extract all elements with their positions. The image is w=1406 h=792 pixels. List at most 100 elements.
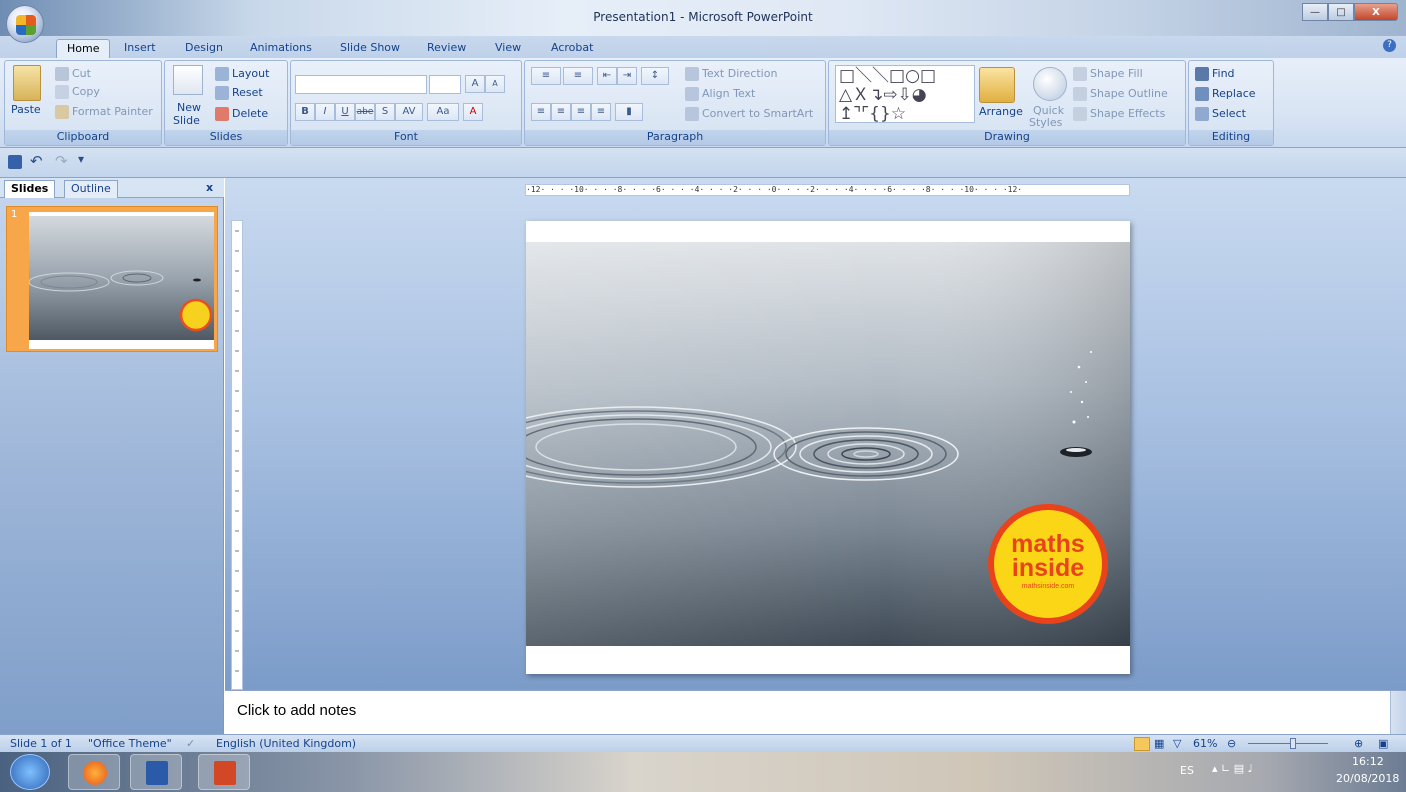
shape-effects-button[interactable]: Shape Effects — [1073, 107, 1165, 121]
copy-button[interactable]: Copy — [55, 85, 100, 99]
quick-styles-line2[interactable]: Styles — [1029, 116, 1062, 129]
strikethrough-button[interactable]: abe — [355, 103, 375, 121]
tab-design[interactable]: Design — [175, 39, 233, 58]
reset-button[interactable]: Reset — [215, 86, 263, 100]
clipboard-group-label: Clipboard — [5, 130, 161, 145]
zoom-out-icon[interactable]: ⊖ — [1227, 737, 1236, 750]
align-center-button[interactable]: ≡ — [551, 103, 571, 121]
zoom-slider[interactable] — [1248, 743, 1328, 744]
replace-button[interactable]: Replace — [1195, 87, 1256, 101]
align-left-button[interactable]: ≡ — [531, 103, 551, 121]
font-name-input[interactable] — [295, 75, 427, 94]
arrange-icon[interactable] — [979, 67, 1015, 103]
tab-review[interactable]: Review — [417, 39, 476, 58]
vertical-ruler-ticks — [235, 230, 239, 672]
spellcheck-icon[interactable]: ✓ — [186, 737, 195, 750]
font-color-button[interactable]: A — [463, 103, 483, 121]
firefox-taskbar-button[interactable] — [68, 754, 120, 790]
grow-font-button[interactable]: A — [465, 75, 485, 93]
word-taskbar-button[interactable] — [130, 754, 182, 790]
zoom-level[interactable]: 61% — [1193, 737, 1217, 750]
shape-outline-button[interactable]: Shape Outline — [1073, 87, 1168, 101]
tab-animations[interactable]: Animations — [240, 39, 322, 58]
quick-styles-icon[interactable] — [1033, 67, 1067, 101]
reset-label: Reset — [232, 86, 263, 99]
tray-icons[interactable]: ▴ ∟ ▤ ♩ — [1212, 762, 1253, 775]
change-case-button[interactable]: Aa — [427, 103, 459, 121]
italic-button[interactable]: I — [315, 103, 335, 121]
new-slide-line1[interactable]: New — [177, 101, 201, 114]
delete-button[interactable]: Delete — [215, 107, 268, 121]
close-button[interactable]: X — [1354, 3, 1398, 21]
save-icon[interactable] — [8, 155, 22, 169]
bullets-button[interactable]: ≡ — [531, 67, 561, 85]
input-language[interactable]: ES — [1180, 764, 1194, 777]
normal-view-icon[interactable] — [1134, 737, 1150, 751]
slide-canvas[interactable]: maths inside mathsinside.com — [526, 221, 1130, 674]
columns-button[interactable]: ▮ — [615, 103, 643, 121]
scissors-icon — [55, 67, 69, 81]
paste-button[interactable]: Paste — [11, 103, 41, 116]
tab-slides[interactable]: Slides — [4, 180, 56, 198]
shapes-gallery[interactable]: □＼＼□○□ △Ｘ↴⇨⇩◕ ↥⌝⌜{}☆ — [835, 65, 975, 124]
shape-fill-button[interactable]: Shape Fill — [1073, 67, 1143, 81]
underline-button[interactable]: U — [335, 103, 355, 121]
layout-button[interactable]: Layout — [215, 67, 269, 81]
undo-icon[interactable]: ↶ — [30, 152, 43, 170]
status-bar: Slide 1 of 1 "Office Theme" ✓ English (U… — [0, 734, 1406, 752]
tab-home[interactable]: Home — [56, 39, 111, 58]
minimize-button[interactable]: — — [1302, 3, 1328, 21]
tab-insert[interactable]: Insert — [114, 39, 166, 58]
font-size-input[interactable] — [429, 75, 461, 94]
start-button[interactable] — [10, 754, 50, 790]
decrease-indent-button[interactable]: ⇤ — [597, 67, 617, 85]
office-button[interactable] — [6, 5, 44, 43]
convert-smartart-button[interactable]: Convert to SmartArt — [685, 107, 813, 121]
justify-button[interactable]: ≡ — [591, 103, 611, 121]
customize-qat-icon[interactable]: ▾ — [78, 152, 84, 166]
word-icon — [146, 761, 168, 785]
select-button[interactable]: Select — [1195, 107, 1246, 121]
align-text-button[interactable]: Align Text — [685, 87, 755, 101]
zoom-slider-thumb[interactable] — [1290, 738, 1296, 749]
find-button[interactable]: Find — [1195, 67, 1235, 81]
tab-view[interactable]: View — [485, 39, 531, 58]
close-pane-icon[interactable]: x — [200, 180, 219, 198]
slide-sorter-icon[interactable]: ▦ — [1154, 737, 1164, 750]
format-painter-button[interactable]: Format Painter — [55, 105, 153, 119]
layout-label: Layout — [232, 67, 270, 80]
help-icon[interactable]: ? — [1383, 39, 1396, 52]
slideshow-view-icon[interactable]: ▽ — [1173, 737, 1181, 750]
fit-to-window-icon[interactable]: ▣ — [1378, 737, 1388, 750]
maximize-button[interactable]: □ — [1328, 3, 1354, 21]
new-slide-icon[interactable] — [173, 65, 203, 95]
align-right-button[interactable]: ≡ — [571, 103, 591, 121]
paste-icon[interactable] — [13, 65, 41, 101]
slide-thumbnail[interactable]: 1 — [6, 206, 218, 352]
zoom-in-icon[interactable]: ⊕ — [1354, 737, 1363, 750]
line-spacing-button[interactable]: ↕ — [641, 67, 669, 85]
notes-pane[interactable]: Click to add notes — [225, 690, 1406, 735]
cut-button[interactable]: Cut — [55, 67, 91, 81]
arrange-button[interactable]: Arrange — [979, 105, 1023, 118]
shrink-font-button[interactable]: A — [485, 75, 505, 93]
increase-indent-button[interactable]: ⇥ — [617, 67, 637, 85]
notes-scrollbar[interactable] — [1390, 691, 1406, 735]
new-slide-line2[interactable]: Slide — [173, 114, 200, 127]
bold-button[interactable]: B — [295, 103, 315, 121]
slide-number: 1 — [11, 209, 18, 220]
theme-name[interactable]: "Office Theme" — [88, 737, 172, 750]
powerpoint-taskbar-button[interactable] — [198, 754, 250, 790]
redo-icon[interactable]: ↷ — [55, 152, 68, 170]
shadow-button[interactable]: S — [375, 103, 395, 121]
pane-tabs: Slides Outline x — [0, 178, 224, 198]
tab-acrobat[interactable]: Acrobat — [541, 39, 603, 58]
language-indicator[interactable]: English (United Kingdom) — [216, 737, 356, 750]
numbering-button[interactable]: ≡ — [563, 67, 593, 85]
tab-outline[interactable]: Outline — [64, 180, 118, 198]
quick-access-toolbar: ↶ ↷ ▾ — [0, 148, 1406, 178]
character-spacing-button[interactable]: AV — [395, 103, 423, 121]
tab-slide-show[interactable]: Slide Show — [330, 39, 410, 58]
window-title: Presentation1 - Microsoft PowerPoint — [593, 10, 813, 24]
text-direction-button[interactable]: Text Direction — [685, 67, 777, 81]
